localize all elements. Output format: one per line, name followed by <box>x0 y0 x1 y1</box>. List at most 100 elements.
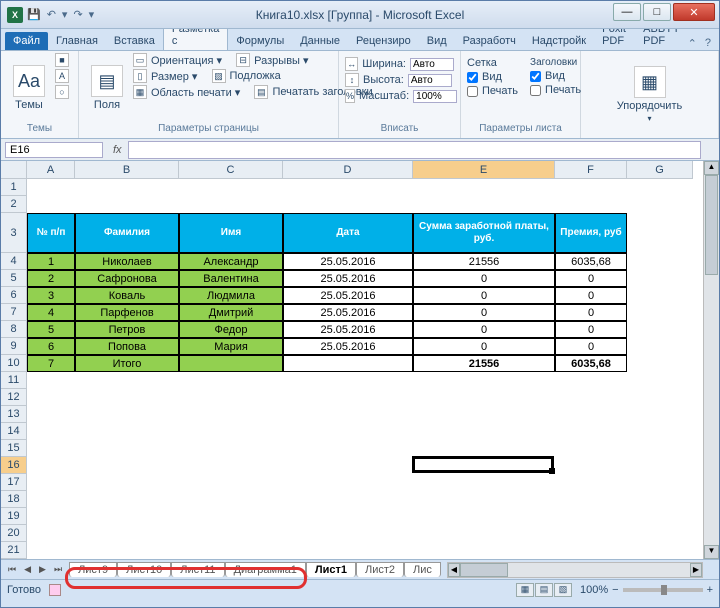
col-head-B[interactable]: B <box>75 161 179 179</box>
cell[interactable]: 0 <box>555 270 627 287</box>
cell[interactable]: Коваль <box>75 287 179 304</box>
sheet-tab-Диаграмма1[interactable]: Диаграмма1 <box>225 562 306 577</box>
row-head-9[interactable]: 9 <box>1 338 27 355</box>
vscroll-thumb[interactable] <box>705 175 718 275</box>
cell[interactable]: 25.05.2016 <box>283 321 413 338</box>
zoom-slider[interactable] <box>623 588 703 592</box>
cell[interactable]: 0 <box>555 338 627 355</box>
cell[interactable]: Александр <box>179 253 283 270</box>
cell[interactable]: Фамилия <box>75 213 179 253</box>
cell[interactable]: 0 <box>413 321 555 338</box>
scroll-down-icon[interactable]: ▼ <box>704 545 719 559</box>
sheet-tab-Лис[interactable]: Лис <box>404 562 441 577</box>
col-head-A[interactable]: A <box>27 161 75 179</box>
row-head-6[interactable]: 6 <box>1 287 27 304</box>
cell[interactable]: 25.05.2016 <box>283 287 413 304</box>
row-head-13[interactable]: 13 <box>1 406 27 423</box>
cell[interactable]: Петров <box>75 321 179 338</box>
help-icon[interactable]: ? <box>705 37 711 50</box>
sheet-tab-Лист1[interactable]: Лист1 <box>306 562 356 577</box>
tab-formulas[interactable]: Формулы <box>228 32 292 50</box>
spreadsheet-grid[interactable]: ABCDEFG 12345678910111213141516171819202… <box>1 161 719 559</box>
cell[interactable]: 25.05.2016 <box>283 338 413 355</box>
sheet-nav-prev[interactable]: ◀ <box>21 564 34 575</box>
macro-record-icon[interactable] <box>49 584 61 596</box>
col-head-D[interactable]: D <box>283 161 413 179</box>
sheet-tab-Лист10[interactable]: Лист10 <box>117 562 171 577</box>
view-page-break[interactable]: ▧ <box>554 583 572 597</box>
row-head-20[interactable]: 20 <box>1 525 27 542</box>
headings-print-checkbox[interactable] <box>530 85 541 96</box>
cell[interactable]: Людмила <box>179 287 283 304</box>
cell[interactable]: 0 <box>413 304 555 321</box>
tab-addins[interactable]: Надстройк <box>524 32 594 50</box>
cell[interactable]: Итого <box>75 355 179 372</box>
grid-print-checkbox[interactable] <box>467 86 478 97</box>
themes-button[interactable]: Aa Темы <box>7 53 51 123</box>
print-area-button[interactable]: Область печати ▾ <box>151 86 240 99</box>
cell[interactable]: 5 <box>27 321 75 338</box>
zoom-level[interactable]: 100% <box>580 584 608 596</box>
fx-icon[interactable]: fx <box>107 144 128 156</box>
scale-input[interactable] <box>413 90 457 103</box>
tab-home[interactable]: Главная <box>48 32 106 50</box>
cell[interactable]: 25.05.2016 <box>283 270 413 287</box>
cell[interactable]: Дмитрий <box>179 304 283 321</box>
cell[interactable]: 21556 <box>413 253 555 270</box>
headings-view-checkbox[interactable] <box>530 71 541 82</box>
cell[interactable]: 21556 <box>413 355 555 372</box>
cell[interactable]: Николаев <box>75 253 179 270</box>
cell[interactable]: Попова <box>75 338 179 355</box>
cell[interactable]: 0 <box>555 287 627 304</box>
orientation-button[interactable]: Ориентация ▾ <box>151 54 222 67</box>
hscroll-thumb[interactable] <box>460 563 508 577</box>
view-page-layout[interactable]: ▤ <box>535 583 553 597</box>
cell[interactable]: 0 <box>413 287 555 304</box>
zoom-thumb[interactable] <box>661 585 667 595</box>
qat-redo[interactable]: ↷ <box>73 8 82 21</box>
breaks-button[interactable]: Разрывы ▾ <box>254 54 308 67</box>
arrange-button[interactable]: ▦ Упорядочить ▾ <box>611 62 688 127</box>
cell[interactable]: № п/п <box>27 213 75 253</box>
grid-view-checkbox[interactable] <box>467 72 478 83</box>
vertical-scrollbar[interactable]: ▲ ▼ <box>703 161 719 559</box>
effects-icon[interactable]: ○ <box>55 85 69 99</box>
cell[interactable]: 2 <box>27 270 75 287</box>
height-input[interactable] <box>408 74 452 87</box>
tab-review[interactable]: Рецензиро <box>348 32 419 50</box>
row-head-4[interactable]: 4 <box>1 253 27 270</box>
cell[interactable] <box>179 355 283 372</box>
select-all-corner[interactable] <box>1 161 27 179</box>
cell[interactable]: 3 <box>27 287 75 304</box>
scroll-up-icon[interactable]: ▲ <box>704 161 719 175</box>
qat-save[interactable]: 💾 <box>27 8 41 21</box>
row-head-16[interactable]: 16 <box>1 457 27 474</box>
row-head-10[interactable]: 10 <box>1 355 27 372</box>
tab-insert[interactable]: Вставка <box>106 32 163 50</box>
row-head-11[interactable]: 11 <box>1 372 27 389</box>
cell[interactable]: Сафронова <box>75 270 179 287</box>
tab-developer[interactable]: Разработч <box>455 32 524 50</box>
background-button[interactable]: Подложка <box>230 70 281 82</box>
zoom-out[interactable]: − <box>612 584 618 596</box>
view-normal[interactable]: ▦ <box>516 583 534 597</box>
row-head-19[interactable]: 19 <box>1 508 27 525</box>
sheet-tab-Лист2[interactable]: Лист2 <box>356 562 404 577</box>
cells-area[interactable]: № п/пФамилияИмяДатаСумма заработной плат… <box>27 179 719 559</box>
cell[interactable]: Дата <box>283 213 413 253</box>
width-input[interactable] <box>410 58 454 71</box>
sheet-nav-first[interactable]: ⏮ <box>5 564 19 575</box>
maximize-button[interactable]: □ <box>643 3 671 21</box>
cell[interactable]: 25.05.2016 <box>283 253 413 270</box>
sheet-tab-Лист11[interactable]: Лист11 <box>171 562 224 577</box>
scroll-left-icon[interactable]: ◀ <box>448 563 460 577</box>
tab-file[interactable]: Файл <box>5 32 48 50</box>
cell[interactable] <box>283 355 413 372</box>
cell[interactable]: 6035,68 <box>555 253 627 270</box>
formula-input[interactable] <box>128 141 701 159</box>
tab-data[interactable]: Данные <box>292 32 348 50</box>
cell[interactable]: 4 <box>27 304 75 321</box>
cell[interactable]: Мария <box>179 338 283 355</box>
cell[interactable]: Имя <box>179 213 283 253</box>
horizontal-scrollbar[interactable]: ◀ ▶ <box>447 562 703 578</box>
